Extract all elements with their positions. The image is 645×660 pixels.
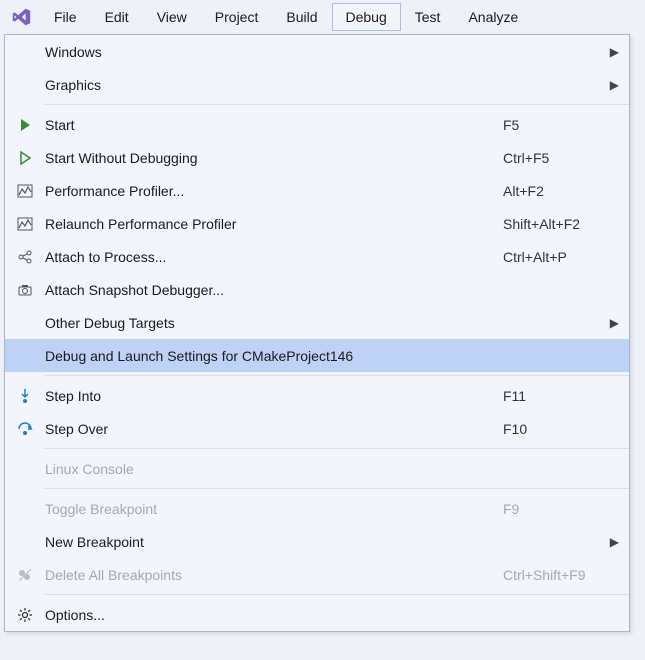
menuitem-label: Attach Snapshot Debugger... [45,282,503,298]
menuitem-label: Step Over [45,421,503,437]
menuitem-shortcut: F10 [503,421,629,437]
menuitem-step-into[interactable]: Step IntoF11 [5,379,629,412]
menuitem-label: Options... [45,607,503,623]
menu-separator [45,594,629,595]
menuitem-shortcut: F9 [503,501,629,517]
menu-test[interactable]: Test [401,3,455,31]
menuitem-label: Start [45,117,503,133]
delete-bp-icon [5,567,45,583]
menu-separator [45,104,629,105]
menuitem-label: Start Without Debugging [45,150,503,166]
menuitem-label: Other Debug Targets [45,315,503,331]
step-into-icon [5,388,45,404]
menuitem-label: New Breakpoint [45,534,503,550]
menuitem-relaunch-performance-profiler[interactable]: Relaunch Performance ProfilerShift+Alt+F… [5,207,629,240]
menu-separator [45,488,629,489]
menuitem-shortcut: F5 [503,117,629,133]
menuitem-label: Attach to Process... [45,249,503,265]
menu-file[interactable]: File [40,3,91,31]
menuitem-shortcut: F11 [503,388,629,404]
snapshot-icon [5,282,45,298]
menuitem-graphics[interactable]: Graphics ▶ [5,68,629,101]
menu-build[interactable]: Build [272,3,331,31]
menuitem-toggle-breakpoint: Toggle BreakpointF9 [5,492,629,525]
menuitem-linux-console: Linux Console [5,452,629,485]
menuitem-label: Linux Console [45,461,503,477]
menu-separator [45,375,629,376]
submenu-arrow-icon: ▶ [610,78,619,92]
menu-separator [45,448,629,449]
menuitem-label: Delete All Breakpoints [45,567,503,583]
menuitem-shortcut: Ctrl+F5 [503,150,629,166]
menuitem-label: Debug and Launch Settings for CMakeProje… [45,348,503,364]
menuitem-shortcut: Ctrl+Alt+P [503,249,629,265]
menuitem-label: Step Into [45,388,503,404]
menuitem-new-breakpoint[interactable]: New Breakpoint ▶ [5,525,629,558]
profiler-icon [5,183,45,199]
menu-project[interactable]: Project [201,3,273,31]
menuitem-shortcut: Shift+Alt+F2 [503,216,629,232]
start-icon [5,117,45,133]
menuitem-delete-all-breakpoints: Delete All BreakpointsCtrl+Shift+F9 [5,558,629,591]
options-icon [5,607,45,623]
menuitem-shortcut: Ctrl+Shift+F9 [503,567,629,583]
menuitem-label: Performance Profiler... [45,183,503,199]
menuitem-label: Windows [45,44,503,60]
menuitem-label: Relaunch Performance Profiler [45,216,503,232]
menu-analyze[interactable]: Analyze [454,3,532,31]
menuitem-options[interactable]: Options... [5,598,629,631]
menuitem-other-debug-targets[interactable]: Other Debug Targets ▶ [5,306,629,339]
submenu-arrow-icon: ▶ [610,535,619,549]
debug-dropdown-menu: Windows▶Graphics▶StartF5Start Without De… [4,34,630,632]
submenu-arrow-icon: ▶ [610,45,619,59]
menu-view[interactable]: View [143,3,201,31]
menubar: FileEditViewProjectBuildDebugTestAnalyze [0,0,645,34]
menuitem-step-over[interactable]: Step OverF10 [5,412,629,445]
menuitem-performance-profiler[interactable]: Performance Profiler...Alt+F2 [5,174,629,207]
submenu-arrow-icon: ▶ [610,316,619,330]
vs-logo-icon [10,6,32,28]
step-over-icon [5,421,45,437]
menuitem-attach-snapshot-debugger[interactable]: Attach Snapshot Debugger... [5,273,629,306]
menu-edit[interactable]: Edit [91,3,143,31]
menuitem-shortcut: Alt+F2 [503,183,629,199]
menu-debug[interactable]: Debug [332,3,401,31]
menuitem-debug-and-launch-settings-for-cmakeproject146[interactable]: Debug and Launch Settings for CMakeProje… [5,339,629,372]
attach-icon [5,249,45,265]
menuitem-windows[interactable]: Windows ▶ [5,35,629,68]
menuitem-label: Graphics [45,77,503,93]
profiler-icon [5,216,45,232]
menuitem-label: Toggle Breakpoint [45,501,503,517]
start-outline-icon [5,150,45,166]
menuitem-start-without-debugging[interactable]: Start Without DebuggingCtrl+F5 [5,141,629,174]
menuitem-attach-to-process[interactable]: Attach to Process...Ctrl+Alt+P [5,240,629,273]
menuitem-start[interactable]: StartF5 [5,108,629,141]
